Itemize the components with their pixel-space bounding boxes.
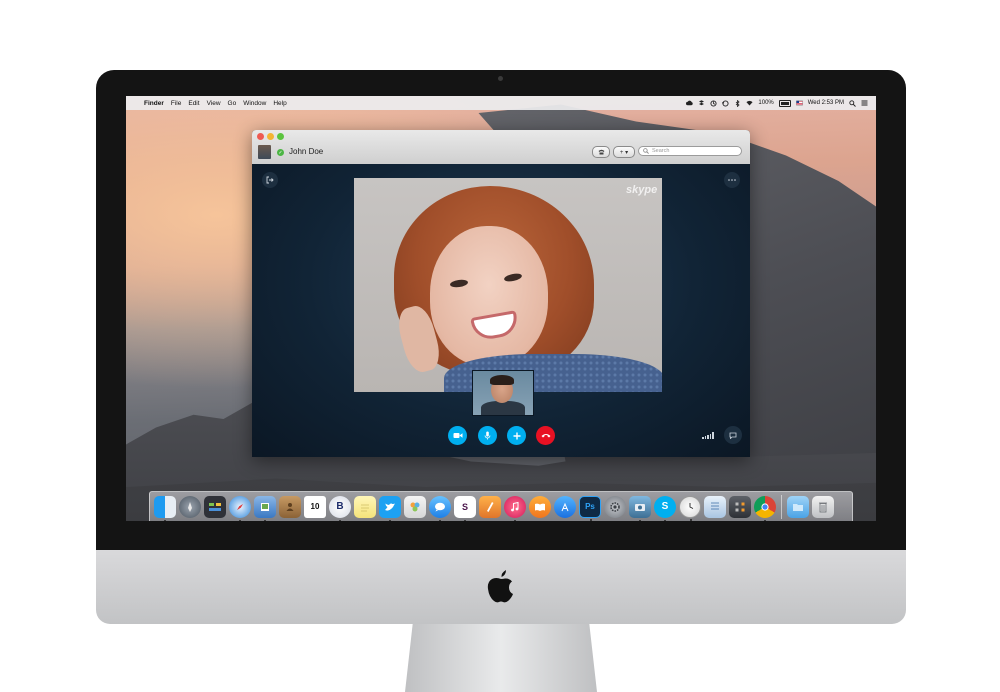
remote-video: skype: [354, 178, 662, 392]
safari-icon[interactable]: [229, 495, 251, 521]
menu-window[interactable]: Window: [243, 100, 266, 107]
ellipsis-icon: [728, 179, 736, 181]
add-participant-button[interactable]: [507, 426, 526, 445]
battery-percent[interactable]: 100%: [758, 100, 773, 106]
show-chat-button[interactable]: [724, 426, 742, 444]
skype-glyph: S: [661, 501, 669, 512]
add-to-conversation-button[interactable]: + ▾: [613, 146, 635, 158]
contact-name: John Doe: [289, 147, 324, 156]
hang-up-button[interactable]: [536, 426, 555, 445]
dropbox-icon[interactable]: [698, 99, 705, 107]
menu-bar: Finder File Edit View Go Window Help 100…: [126, 96, 876, 110]
flag-icon[interactable]: [795, 100, 803, 107]
bbedit-icon[interactable]: B: [329, 495, 351, 521]
sync-icon[interactable]: [710, 99, 717, 107]
chat-icon: [729, 432, 737, 439]
slack-glyph: S: [461, 501, 468, 512]
skype-watermark: skype: [626, 184, 658, 196]
time-machine-icon[interactable]: [722, 99, 729, 107]
menu-go[interactable]: Go: [228, 100, 237, 107]
self-preview-video[interactable]: [472, 370, 534, 416]
font-book-icon[interactable]: [704, 495, 726, 518]
online-status-icon: ✓: [277, 149, 284, 156]
menu-help[interactable]: Help: [273, 100, 286, 107]
mic-icon: [484, 431, 491, 440]
ibooks-author-icon[interactable]: [479, 495, 501, 518]
notification-center-icon[interactable]: [861, 100, 868, 107]
messages-icon[interactable]: [429, 495, 451, 521]
app-store-icon[interactable]: [554, 495, 576, 518]
chrome-icon[interactable]: [754, 495, 776, 521]
bluetooth-icon[interactable]: [734, 99, 741, 107]
call-quality-icon[interactable]: [702, 432, 714, 439]
remote-face: [430, 226, 548, 366]
calculator-icon[interactable]: [729, 495, 751, 518]
dock: 10 B S Ps S: [149, 491, 853, 521]
battery-icon[interactable]: [778, 99, 791, 107]
video-toggle-button[interactable]: [448, 426, 467, 445]
call-area: skype: [252, 164, 750, 457]
exit-icon: [266, 176, 274, 184]
search-placeholder: Search: [652, 148, 670, 154]
itunes-icon[interactable]: [504, 495, 526, 521]
leave-fullscreen-button[interactable]: [262, 172, 278, 188]
image-capture-icon[interactable]: [629, 495, 651, 521]
ibooks-icon[interactable]: [529, 495, 551, 518]
finder-icon[interactable]: [154, 495, 176, 521]
avatar[interactable]: [258, 145, 271, 159]
twitter-icon[interactable]: [379, 495, 401, 521]
menu-edit[interactable]: Edit: [188, 100, 199, 107]
search-input[interactable]: Search: [638, 146, 742, 156]
minimize-window-button[interactable]: [267, 133, 274, 140]
menu-file[interactable]: File: [171, 100, 181, 107]
search-icon: [643, 148, 649, 154]
slack-icon[interactable]: S: [454, 495, 476, 521]
clock[interactable]: Wed 2:53 PM: [808, 100, 844, 106]
imac-stand: [405, 624, 597, 692]
system-preferences-icon[interactable]: [604, 495, 626, 518]
downloads-folder-icon[interactable]: [787, 495, 809, 518]
self-body: [481, 401, 525, 415]
close-window-button[interactable]: [257, 133, 264, 140]
menu-finder[interactable]: Finder: [144, 100, 164, 107]
wifi-icon[interactable]: [746, 100, 753, 107]
skype-icon[interactable]: S: [654, 495, 676, 521]
mission-control-icon[interactable]: [204, 495, 226, 518]
calendar-icon[interactable]: 10: [304, 495, 326, 518]
video-icon: [453, 433, 462, 438]
status-area: 100% Wed 2:53 PM: [686, 99, 868, 107]
phone-icon: [598, 149, 604, 155]
spotlight-icon[interactable]: [849, 99, 856, 107]
preview-icon[interactable]: [254, 495, 276, 521]
calendar-day: 10: [310, 502, 320, 511]
plus-icon: [513, 432, 520, 439]
clock-icon[interactable]: [679, 495, 701, 521]
hangup-icon: [541, 434, 550, 438]
photoshop-icon[interactable]: Ps: [579, 495, 601, 521]
menu-view[interactable]: View: [207, 100, 221, 107]
skype-window: ✓ John Doe + ▾ Search skype: [252, 130, 750, 457]
dock-separator: [781, 494, 782, 519]
maximize-window-button[interactable]: [277, 133, 284, 140]
skype-titlebar[interactable]: ✓ John Doe + ▾ Search: [252, 130, 750, 164]
apple-logo-icon: [486, 568, 516, 604]
trash-icon[interactable]: [812, 495, 834, 518]
mute-button[interactable]: [478, 426, 497, 445]
camera-icon: [498, 76, 503, 81]
photos-icon[interactable]: [404, 495, 426, 518]
call-phone-button[interactable]: [592, 146, 610, 158]
contacts-icon[interactable]: [279, 495, 301, 518]
self-hair: [490, 375, 514, 385]
more-options-button[interactable]: [724, 172, 740, 188]
launchpad-icon[interactable]: [179, 495, 201, 518]
bbedit-glyph: B: [336, 501, 344, 512]
desktop-screen: Finder File Edit View Go Window Help 100…: [126, 96, 876, 521]
notes-icon[interactable]: [354, 495, 376, 518]
creative-cloud-icon[interactable]: [686, 100, 694, 107]
photoshop-glyph: Ps: [585, 502, 595, 511]
